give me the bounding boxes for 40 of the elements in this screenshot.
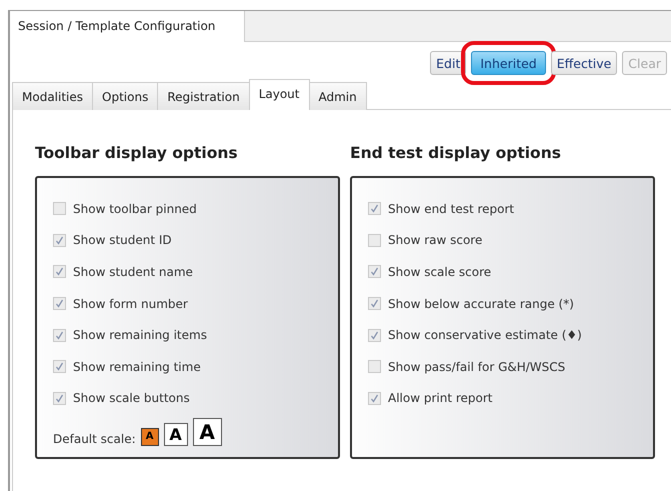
tab[interactable]: Registration [157, 82, 250, 110]
option-label: Show end test report [388, 202, 514, 216]
scale-button[interactable]: A [140, 428, 159, 446]
checkbox[interactable] [53, 392, 66, 405]
option-label: Show conservative estimate (♦) [388, 328, 582, 342]
option-label: Show pass/fail for G&H/WSCS [388, 360, 566, 374]
mode-button[interactable]: Edit [430, 51, 466, 75]
checkbox[interactable] [53, 360, 66, 374]
checkbox[interactable] [368, 234, 381, 247]
checkbox[interactable] [368, 360, 381, 374]
tab[interactable]: Options [92, 82, 158, 110]
checkbox[interactable] [53, 297, 66, 310]
checkbox[interactable] [368, 392, 381, 405]
option-label: Show form number [73, 296, 188, 311]
mode-button[interactable]: Effective [550, 51, 618, 75]
option-label: Show toolbar pinned [73, 202, 197, 216]
section-title: Toolbar display options [35, 144, 239, 162]
checkbox[interactable] [53, 265, 66, 278]
checkbox[interactable] [368, 328, 381, 342]
tab[interactable]: Admin [308, 82, 367, 110]
checkbox[interactable] [53, 202, 66, 216]
option-label: Show raw score [388, 233, 482, 248]
scale-label: Default scale: [53, 432, 136, 446]
tab[interactable]: Modalities [12, 82, 94, 110]
checkbox[interactable] [53, 234, 66, 247]
checkbox[interactable] [368, 297, 381, 310]
option-label: Show student name [73, 264, 193, 279]
checkbox[interactable] [368, 265, 381, 278]
checkbox[interactable] [53, 328, 66, 342]
section-title: End test display options [350, 144, 562, 162]
option-label: Show student ID [73, 233, 172, 248]
option-label: Show remaining items [73, 328, 207, 342]
option-label: Show scale score [388, 264, 492, 279]
option-label: Show below accurate range (*) [388, 296, 574, 311]
option-label: Show remaining time [73, 360, 201, 374]
scale-button[interactable]: A [192, 418, 222, 446]
option-label: Allow print report [388, 391, 493, 406]
option-label: Show scale buttons [73, 391, 190, 406]
scale-button[interactable]: A [164, 423, 188, 446]
checkbox[interactable] [368, 202, 381, 216]
